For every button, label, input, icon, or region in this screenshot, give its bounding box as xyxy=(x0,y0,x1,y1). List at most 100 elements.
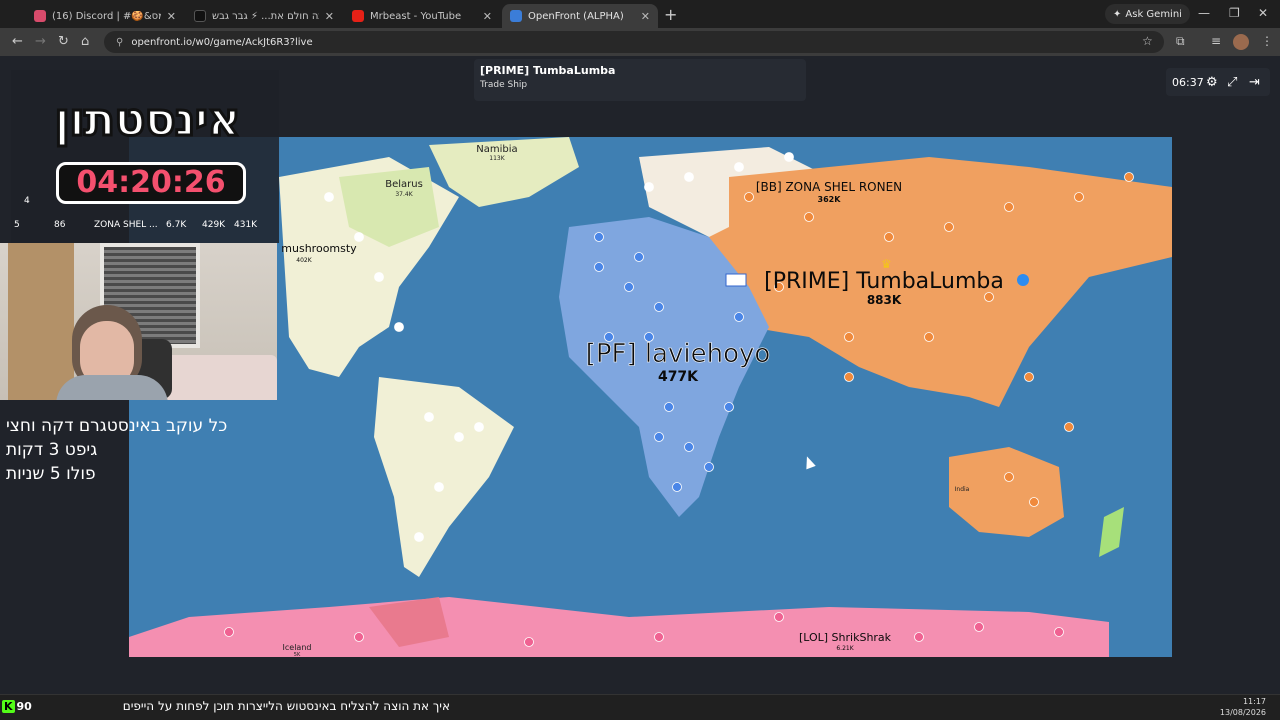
fullscreen-icon[interactable]: ⤢ xyxy=(1227,69,1237,95)
exit-game-icon[interactable]: ⇥ xyxy=(1249,69,1260,95)
city-marker xyxy=(594,262,604,272)
address-bar[interactable]: ⚲ openfront.io/w0/game/AckJt6R3?live xyxy=(104,31,1164,53)
city-marker xyxy=(844,332,854,342)
window-close-icon[interactable]: ✕ xyxy=(1258,6,1268,20)
tab-label: כשאתה חולם את... ⚡ גבר גבש xyxy=(212,10,319,22)
city-marker xyxy=(804,212,814,222)
back-icon[interactable]: ← xyxy=(12,34,23,49)
clock-date: 13/08/2026 xyxy=(1219,708,1266,717)
city-marker xyxy=(744,192,754,202)
player-troops-pf: 477K xyxy=(658,369,699,385)
stream-rules-text: כל עוקב באינסטגרם דקה וחצי גיפט 3 דקות פ… xyxy=(6,414,266,486)
city-marker xyxy=(654,432,664,442)
city-marker xyxy=(474,422,484,432)
youtube-icon xyxy=(352,10,364,22)
city-marker xyxy=(454,432,464,442)
tab-youtube[interactable]: Mrbeast - YouTube ✕ xyxy=(344,4,500,28)
gemini-label: Ask Gemini xyxy=(1125,8,1182,20)
city-marker xyxy=(684,442,694,452)
player-label-pf: [PF] laviehoyo xyxy=(586,339,771,369)
player-label-lol: [LOL] ShrikShrak xyxy=(799,631,892,644)
player-label-india: India xyxy=(955,486,970,493)
world-map[interactable]: [PF] laviehoyo 477K [PRIME] TumbaLumba 8… xyxy=(129,137,1172,657)
minimize-icon[interactable]: — xyxy=(1198,6,1210,20)
player-label-prime: [PRIME] TumbaLumba xyxy=(764,269,1004,294)
tab-openfront[interactable]: OpenFront (ALPHA) ✕ xyxy=(502,4,658,28)
browser-toolbar: ← → ↻ ⌂ ⚲ openfront.io/w0/game/AckJt6R3?… xyxy=(0,28,1280,56)
lb-rank: 5 xyxy=(14,220,20,230)
city-marker xyxy=(1024,372,1034,382)
tooltip-subtitle: Trade Ship xyxy=(480,80,528,90)
overlay-title: אינסטתון xyxy=(53,91,242,148)
city-marker xyxy=(634,252,644,262)
city-marker xyxy=(944,222,954,232)
city-marker xyxy=(654,632,664,642)
lb-gold: 6.7K xyxy=(166,220,187,230)
city-marker xyxy=(1124,172,1134,182)
ask-gemini-button[interactable]: ✦ Ask Gemini xyxy=(1105,4,1190,24)
player-troops-belarus: 37.4K xyxy=(395,191,413,198)
profile-avatar[interactable] xyxy=(1233,34,1249,50)
player-label-mushroomsty: mushroomsty xyxy=(281,242,357,255)
close-icon[interactable]: ✕ xyxy=(167,10,176,23)
city-marker xyxy=(1029,497,1039,507)
flag-icon xyxy=(725,273,747,287)
media-controls-icon[interactable]: ≡ xyxy=(1211,34,1221,48)
city-marker xyxy=(1064,422,1074,432)
city-marker xyxy=(704,462,714,472)
city-marker xyxy=(924,332,934,342)
game-page: [PF] laviehoyo 477K [PRIME] TumbaLumba 8… xyxy=(0,56,1280,694)
browser-tab-bar: (16) Discord | #🍪&מימס ✕ כשאתה חולם את..… xyxy=(0,0,1280,28)
forward-icon[interactable]: → xyxy=(35,34,46,49)
close-icon[interactable]: ✕ xyxy=(641,10,650,23)
settings-gear-icon[interactable]: ⚙ xyxy=(1206,69,1218,95)
city-marker xyxy=(774,612,784,622)
rule-line-1: כל עוקב באינסטגרם דקה וחצי xyxy=(6,416,228,436)
city-marker xyxy=(664,402,674,412)
leaderboard-row: 5 86 ZONA SHEL ... 6.7K 429K 431K xyxy=(14,216,272,234)
ship-tooltip: [PRIME] TumbaLumba Trade Ship xyxy=(474,59,806,101)
tab-tiktok[interactable]: כשאתה חולם את... ⚡ גבר גבש ✕ xyxy=(186,4,342,28)
tab-label: (16) Discord | #🍪&מימס xyxy=(52,10,161,22)
menu-icon[interactable]: ⋮ xyxy=(1261,34,1273,48)
rule-line-2: גיפט 3 דקות xyxy=(6,440,98,460)
city-marker xyxy=(844,372,854,382)
reload-icon[interactable]: ↻ xyxy=(58,34,69,49)
city-marker xyxy=(224,627,234,637)
city-marker xyxy=(914,632,924,642)
city-marker xyxy=(394,322,404,332)
player-label-namibia: Namibia xyxy=(476,144,517,155)
system-clock[interactable]: 11:17 13/08/2026 xyxy=(1220,696,1266,718)
bookmark-star-icon[interactable]: ☆ xyxy=(1142,34,1153,48)
tiktok-icon xyxy=(194,10,206,22)
close-icon[interactable]: ✕ xyxy=(483,10,492,23)
city-marker xyxy=(684,172,694,182)
city-marker xyxy=(654,302,664,312)
home-icon[interactable]: ⌂ xyxy=(81,34,89,49)
city-marker xyxy=(1004,202,1014,212)
site-info-icon[interactable]: ⚲ xyxy=(116,37,123,48)
extensions-icon[interactable]: ⧉ xyxy=(1176,34,1185,49)
stream-overlay-logo: אינסטתון 04:20:26 xyxy=(8,66,274,232)
chat-ticker: איך את הוצה להצליח באינסטוש הלייצרות תוכ… xyxy=(122,699,450,713)
verified-icon xyxy=(1017,274,1029,286)
city-marker xyxy=(374,272,384,282)
city-marker xyxy=(1074,192,1084,202)
tooltip-title: [PRIME] TumbaLumba xyxy=(480,64,616,77)
player-troops-mushroomsty: 402K xyxy=(296,257,312,264)
discord-icon xyxy=(34,10,46,22)
rule-line-3: פולו 5 שניות xyxy=(6,464,96,484)
close-icon[interactable]: ✕ xyxy=(325,10,334,23)
tab-discord[interactable]: (16) Discord | #🍪&מימס ✕ xyxy=(26,4,184,28)
clock-time: 11:17 xyxy=(1242,697,1266,706)
webcam-feed xyxy=(0,243,277,400)
city-marker xyxy=(884,232,894,242)
kick-icon: K xyxy=(2,699,15,713)
player-label-iceland: Iceland xyxy=(283,643,312,652)
restore-icon[interactable]: ❐ xyxy=(1229,6,1240,20)
new-tab-button[interactable]: + xyxy=(664,5,677,24)
city-marker xyxy=(354,632,364,642)
os-taskbar: איך את הוצה להצליח באינסטוש הלייצרות תוכ… xyxy=(0,694,1280,720)
player-troops-namibia: 113K xyxy=(489,155,505,162)
city-marker xyxy=(1004,472,1014,482)
